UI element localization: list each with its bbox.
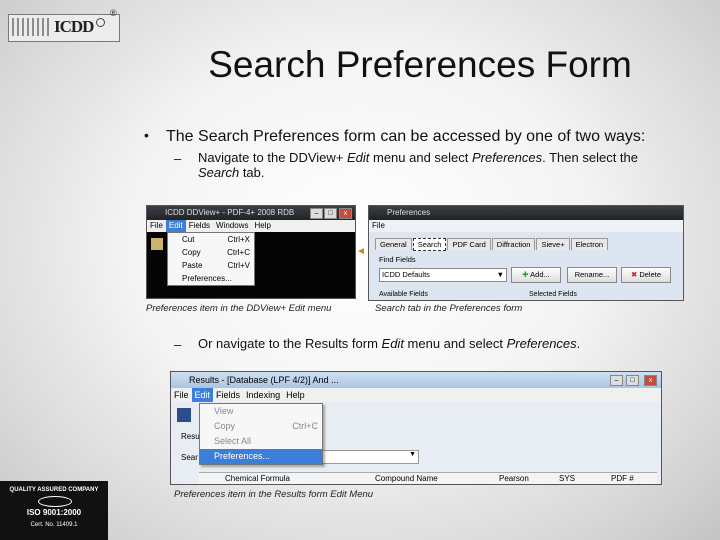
menu-file[interactable]: File <box>147 220 166 232</box>
find-fields-label: Find Fields <box>379 255 416 264</box>
menu-windows[interactable]: Windows <box>213 220 251 232</box>
bullet-1-text: The Search Preferences form can be acces… <box>166 128 646 145</box>
logo-text: ICDD <box>54 17 94 36</box>
menu-bar: File <box>369 220 683 232</box>
cert-line-2: ISO 9001:2000 <box>26 508 82 517</box>
results-table-header: Chemical Formula Compound Name Pearson S… <box>199 472 657 484</box>
add-button[interactable]: ✚ Add... <box>511 267 561 283</box>
menu-help[interactable]: Help <box>283 388 308 402</box>
menu-file[interactable]: File <box>369 220 388 232</box>
menu-item-select-all[interactable]: Select All <box>200 434 322 449</box>
minimize-button[interactable]: – <box>310 208 323 219</box>
menu-item-cut[interactable]: Cut Ctrl+X <box>168 233 254 246</box>
menu-item-copy[interactable]: Copy Ctrl+C <box>200 419 322 434</box>
tab-general[interactable]: General <box>375 238 412 250</box>
search-label: Sear <box>181 453 198 462</box>
screenshot-preferences-search-tab: Preferences File General Search PDF Card Di… <box>368 205 684 301</box>
sub-bullet-2: Or navigate to the Results form Edit men… <box>198 336 581 351</box>
cert-line-1: QUALITY ASSURED COMPANY <box>9 487 99 493</box>
cert-line-3: Cert. No. 11409.1 <box>30 522 78 528</box>
close-button[interactable]: x <box>339 208 352 219</box>
caption-3: Preferences item in the Results form Edi… <box>174 489 374 500</box>
caption-1: Preferences item in the DDView+ Edit men… <box>146 303 332 314</box>
screenshot-ddview-edit-menu: ICDD DDView+ - PDF-4+ 2008 RDB – □ x Fil… <box>146 205 356 299</box>
logo-circles <box>96 14 105 32</box>
menu-fields[interactable]: Fields <box>213 388 243 402</box>
toolbar-icon <box>151 238 163 250</box>
delete-button[interactable]: ✖ Delete <box>621 267 671 283</box>
menu-bar: File Edit Fields Indexing Help <box>171 388 661 402</box>
tab-pdf-card[interactable]: PDF Card <box>447 238 491 250</box>
selected-fields-label: Selected Fields <box>529 291 577 298</box>
close-button[interactable]: x <box>644 375 657 386</box>
sub-bullet-1-dash: – <box>174 151 182 166</box>
menu-file[interactable]: File <box>171 388 192 402</box>
menu-item-copy[interactable]: Copy Ctrl+C <box>168 246 254 259</box>
menu-fields[interactable]: Fields <box>186 220 213 232</box>
sub-bullet-1: Navigate to the DDView+ Edit menu and se… <box>198 150 638 165</box>
tab-strip: General Search PDF Card Diffraction Sieve+ El… <box>375 238 609 251</box>
window-titlebar: Results - [Database (LPF 4/2)] And ... –… <box>171 372 661 388</box>
menu-edit[interactable]: Edit <box>191 388 214 402</box>
menu-item-view[interactable]: View <box>200 404 322 419</box>
column-sys[interactable]: SYS <box>559 473 575 484</box>
save-icon <box>177 408 191 422</box>
bullet-dot: • <box>144 127 149 143</box>
arrow-icon: ◄ <box>356 246 366 257</box>
iso-cert-badge: QUALITY ASSURED COMPANY ISO 9001:2000 Ce… <box>0 481 108 540</box>
tab-electron[interactable]: Electron <box>570 238 609 250</box>
window-titlebar: ICDD DDView+ - PDF-4+ 2008 RDB – □ x <box>147 206 355 220</box>
rename-button[interactable]: Rename... <box>567 267 617 283</box>
menu-bar: File Edit Fields Windows Help <box>147 220 355 232</box>
minimize-button[interactable]: – <box>610 375 623 386</box>
edit-dropdown: Cut Ctrl+X Copy Ctrl+C Paste Ctrl+V Prefere… <box>167 232 255 286</box>
cert-seal-icon <box>38 496 72 507</box>
available-fields-label: Available Fields <box>379 291 428 298</box>
chevron-down-icon: ▼ <box>496 270 504 279</box>
slide-title: Search Preferences Form <box>208 44 632 85</box>
sub-bullet-2-dash: – <box>174 337 182 352</box>
screenshot-results-edit-menu: Results - [Database (LPF 4/2)] And ... –… <box>170 371 662 485</box>
defaults-select[interactable]: ICDD Defaults ▼ <box>379 268 507 282</box>
menu-item-paste[interactable]: Paste Ctrl+V <box>168 259 254 272</box>
sub-bullet-1-line2: Search tab. <box>198 165 265 180</box>
caption-2: Search tab in the Preferences form <box>375 303 523 314</box>
column-pdf-number[interactable]: PDF # <box>611 473 634 484</box>
maximize-button[interactable]: □ <box>324 208 337 219</box>
maximize-button[interactable]: □ <box>626 375 639 386</box>
logo-bars <box>12 18 50 36</box>
tab-diffraction[interactable]: Diffraction <box>491 238 536 250</box>
logo-registered: ® <box>110 8 117 18</box>
column-pearson[interactable]: Pearson <box>499 473 529 484</box>
tab-search[interactable]: Search <box>412 238 447 251</box>
menu-edit[interactable]: Edit <box>165 220 186 232</box>
column-compound-name[interactable]: Compound Name <box>375 473 438 484</box>
tab-sieve[interactable]: Sieve+ <box>536 238 570 250</box>
column-chemical-formula[interactable]: Chemical Formula <box>225 473 290 484</box>
results-label: Resu <box>181 432 200 441</box>
chevron-down-icon: ▼ <box>409 451 416 458</box>
menu-item-preferences[interactable]: Preferences... <box>168 272 254 285</box>
menu-indexing[interactable]: Indexing <box>243 388 283 402</box>
edit-dropdown: View Copy Ctrl+C Select All Preferences..… <box>199 403 323 465</box>
menu-help[interactable]: Help <box>251 220 273 232</box>
window-titlebar: Preferences <box>369 206 683 220</box>
menu-item-preferences[interactable]: Preferences... <box>200 449 322 464</box>
